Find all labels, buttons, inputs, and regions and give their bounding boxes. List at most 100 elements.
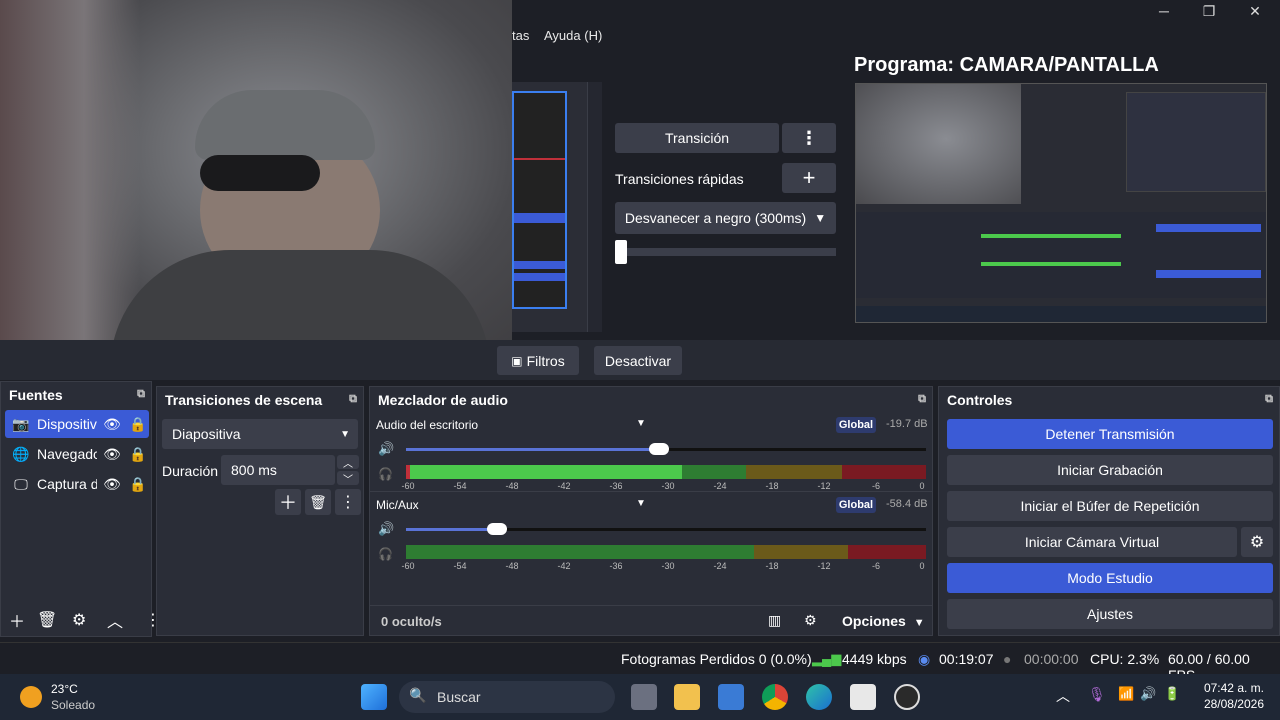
start-icon[interactable] [361, 684, 387, 710]
task-view-icon[interactable] [631, 684, 657, 710]
dock-popout-icon[interactable]: ⧉ [137, 388, 145, 401]
speaker-icon[interactable]: 🔊 [378, 521, 394, 537]
wifi-icon[interactable]: 📶 [1118, 686, 1134, 702]
add-quick-transition-icon[interactable]: + [782, 163, 836, 193]
volume-knob[interactable] [487, 523, 507, 535]
clock-time[interactable]: 07:42 a. m. [1196, 681, 1264, 695]
volume-slider[interactable] [406, 443, 926, 455]
transition-slider-track[interactable] [615, 248, 836, 256]
volume-fill [406, 528, 497, 531]
source-name: Navegadc [37, 446, 97, 462]
sun-icon[interactable] [20, 686, 42, 708]
scale-tick: 0 [919, 481, 925, 491]
scale-tick: -6 [871, 481, 881, 491]
battery-icon[interactable]: 🔋 [1164, 686, 1180, 702]
settings-button[interactable]: Ajustes [947, 599, 1273, 629]
lock-icon[interactable]: 🔒 [129, 476, 146, 493]
minimize-button[interactable]: ─ [1141, 0, 1187, 22]
chevron-up-icon[interactable]: ︿ [1056, 686, 1070, 706]
fade-transition-label: Desvanecer a negro (300ms) [624, 210, 807, 226]
options-button[interactable]: Opciones ▼ [842, 613, 925, 629]
scale-tick: -12 [817, 481, 831, 491]
mic-icon[interactable]: 🎙 [1088, 686, 1106, 703]
scale-tick: -30 [661, 481, 675, 491]
start-replay-buffer-button[interactable]: Iniciar el Búfer de Repetición [947, 491, 1273, 521]
folder-icon[interactable] [674, 684, 700, 710]
duration-input[interactable]: 800 ms [221, 455, 335, 485]
sources-toolbar: ＋ 🗑 ⚙ ︿ ⋮ [1, 608, 161, 632]
menu-help[interactable]: Ayuda (H) [544, 28, 602, 43]
transition-more-icon[interactable]: ⋮ [782, 123, 836, 153]
search-box[interactable]: 🔍 Buscar [399, 681, 615, 713]
volume-knob[interactable] [649, 443, 669, 455]
gear-icon[interactable]: ⚙ [1241, 527, 1273, 557]
db-value: -58.4 dB [886, 498, 928, 510]
preview-frame [512, 91, 567, 309]
add-icon[interactable]: ＋ [275, 489, 301, 515]
scale-tick: -60 [401, 561, 415, 571]
layout-icon[interactable]: ▥ [768, 612, 781, 629]
preview-panel[interactable] [512, 82, 588, 332]
fade-transition-button[interactable]: Desvanecer a negro (300ms) ▼ [615, 202, 836, 234]
volume-slider[interactable] [406, 523, 926, 535]
audio-mixer-dock: Mezclador de audio ⧉ Audio del escritori… [369, 386, 933, 636]
start-virtual-camera-button[interactable]: Iniciar Cámara Virtual [947, 527, 1237, 557]
menu-tools[interactable]: tas [512, 28, 529, 43]
eye-icon[interactable]: 👁 [103, 476, 121, 493]
dock-popout-icon[interactable]: ⧉ [349, 393, 357, 406]
deactivate-button[interactable]: Desactivar [594, 346, 682, 375]
source-item[interactable]: 🖵 Captura d 👁 🔒 [5, 470, 149, 498]
store-icon[interactable] [718, 684, 744, 710]
clock-date[interactable]: 28/08/2026 [1196, 697, 1264, 711]
source-item[interactable]: 📷 Dispositiv 👁 🔒 [5, 410, 149, 438]
edge-icon[interactable] [806, 684, 832, 710]
audio-meter [406, 465, 926, 479]
divider [370, 491, 932, 492]
calendar-app-icon[interactable] [850, 684, 876, 710]
audio-settings-icon[interactable]: 🎧 [378, 467, 393, 481]
more-icon[interactable]: ⋮ [335, 489, 361, 515]
record-icon: ● [1003, 651, 1012, 667]
stop-streaming-button[interactable]: Detener Transmisión [947, 419, 1273, 449]
stream-icon: ◉ [918, 651, 931, 667]
source-item[interactable]: 🌐 Navegadc 👁 🔒 [5, 440, 149, 468]
eye-icon[interactable]: 👁 [103, 446, 121, 463]
trash-icon[interactable]: 🗑 [305, 489, 331, 515]
record-time: 00:00:00 [1024, 651, 1079, 667]
chevron-down-icon: ▼ [913, 617, 925, 629]
chevron-down-icon[interactable]: ▼ [636, 418, 646, 429]
dock-popout-icon[interactable]: ⧉ [918, 393, 926, 406]
volume-icon[interactable]: 🔊 [1140, 686, 1156, 702]
studio-mode-button[interactable]: Modo Estudio [947, 563, 1273, 593]
controls-header: Controles ⧉ [939, 387, 1279, 413]
obs-icon[interactable] [894, 684, 920, 710]
chevron-up-icon[interactable]: ︿ [107, 608, 123, 632]
duration-down-icon[interactable]: ﹀ [337, 471, 359, 486]
maximize-button[interactable]: ❐ [1186, 0, 1232, 22]
global-badge: Global [836, 497, 876, 513]
eye-icon[interactable]: 👁 [103, 416, 121, 433]
scale-tick: -48 [505, 561, 519, 571]
close-button[interactable]: ✕ [1232, 0, 1278, 22]
lock-icon[interactable]: 🔒 [129, 416, 146, 433]
filters-button[interactable]: ▣ Filtros [497, 346, 579, 375]
speaker-icon[interactable]: 🔊 [378, 441, 394, 457]
globe-icon: 🌐 [12, 445, 30, 462]
lock-icon[interactable]: 🔒 [129, 446, 146, 463]
transition-select[interactable]: Diapositiva ▼ [162, 419, 358, 449]
add-icon[interactable]: ＋ [9, 608, 25, 632]
start-recording-button[interactable]: Iniciar Grabación [947, 455, 1273, 485]
transition-slider-handle[interactable] [615, 240, 627, 264]
trash-icon[interactable]: 🗑 [37, 610, 57, 630]
advanced-audio-icon[interactable]: ⚙ [804, 612, 817, 629]
source-name: Dispositiv [37, 416, 97, 432]
audio-settings-icon[interactable]: 🎧 [378, 547, 393, 561]
transition-button[interactable]: Transición [615, 123, 779, 153]
chevron-down-icon: ▼ [814, 211, 827, 225]
duration-up-icon[interactable]: ︿ [337, 455, 359, 470]
chevron-down-icon[interactable]: ▼ [636, 498, 646, 509]
chrome-icon[interactable] [762, 684, 788, 710]
dock-popout-icon[interactable]: ⧉ [1265, 393, 1273, 406]
gear-icon[interactable]: ⚙ [72, 610, 86, 630]
search-placeholder: Buscar [437, 689, 481, 705]
